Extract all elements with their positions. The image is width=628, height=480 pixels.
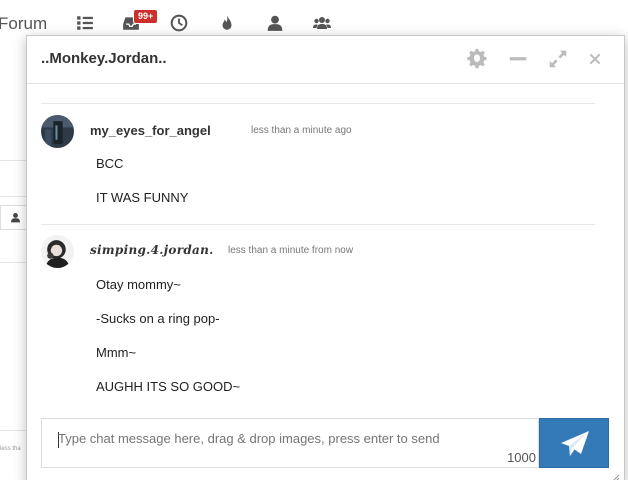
message-text: -Sucks on a ring pop- <box>96 311 220 326</box>
user-button[interactable] <box>0 205 28 230</box>
avatar[interactable] <box>41 115 74 148</box>
send-button[interactable] <box>539 418 609 468</box>
chat-title: ..Monkey.Jordan.. <box>41 50 167 67</box>
resize-handle[interactable] <box>612 474 620 480</box>
message-username[interactable]: my_eyes_for_angel <box>90 123 211 138</box>
users-icon[interactable] <box>313 14 331 32</box>
message-divider <box>41 224 595 225</box>
gear-icon[interactable] <box>466 48 488 70</box>
close-icon[interactable] <box>584 48 606 70</box>
forum-brand[interactable]: Forum <box>0 14 47 34</box>
avatar[interactable] <box>41 235 74 268</box>
chat-header[interactable]: ..Monkey.Jordan.. <box>27 36 624 84</box>
chat-modal: ..Monkey.Jordan.. my_eyes_for_angel less… <box>26 35 625 480</box>
message-text: BCC <box>96 156 124 171</box>
message-timestamp: less than a minute from now <box>228 245 354 256</box>
message-text: Mmm~ <box>96 345 137 360</box>
user-icon[interactable] <box>266 14 284 32</box>
expand-icon[interactable] <box>547 48 569 70</box>
paper-plane-icon <box>561 431 589 456</box>
clock-icon[interactable] <box>170 14 188 32</box>
message-username[interactable]: simping.4.jordan. <box>90 243 214 257</box>
timestamp-snippet: less tha <box>0 446 21 452</box>
character-count: 1000 <box>507 450 536 465</box>
message-text: AUGHH ITS SO GOOD~ <box>96 379 241 394</box>
notification-badge: 99+ <box>133 9 159 24</box>
fire-icon[interactable] <box>218 14 236 32</box>
chat-composer: 1000 <box>41 418 539 468</box>
message-text: IT WAS FUNNY <box>96 190 189 205</box>
message-timestamp: less than a minute ago <box>251 125 352 136</box>
message-text: Otay mommy~ <box>96 277 181 292</box>
list-icon[interactable] <box>76 14 94 32</box>
message-divider <box>41 103 595 104</box>
chat-message-input[interactable] <box>58 431 518 446</box>
minimize-icon[interactable] <box>507 48 529 70</box>
